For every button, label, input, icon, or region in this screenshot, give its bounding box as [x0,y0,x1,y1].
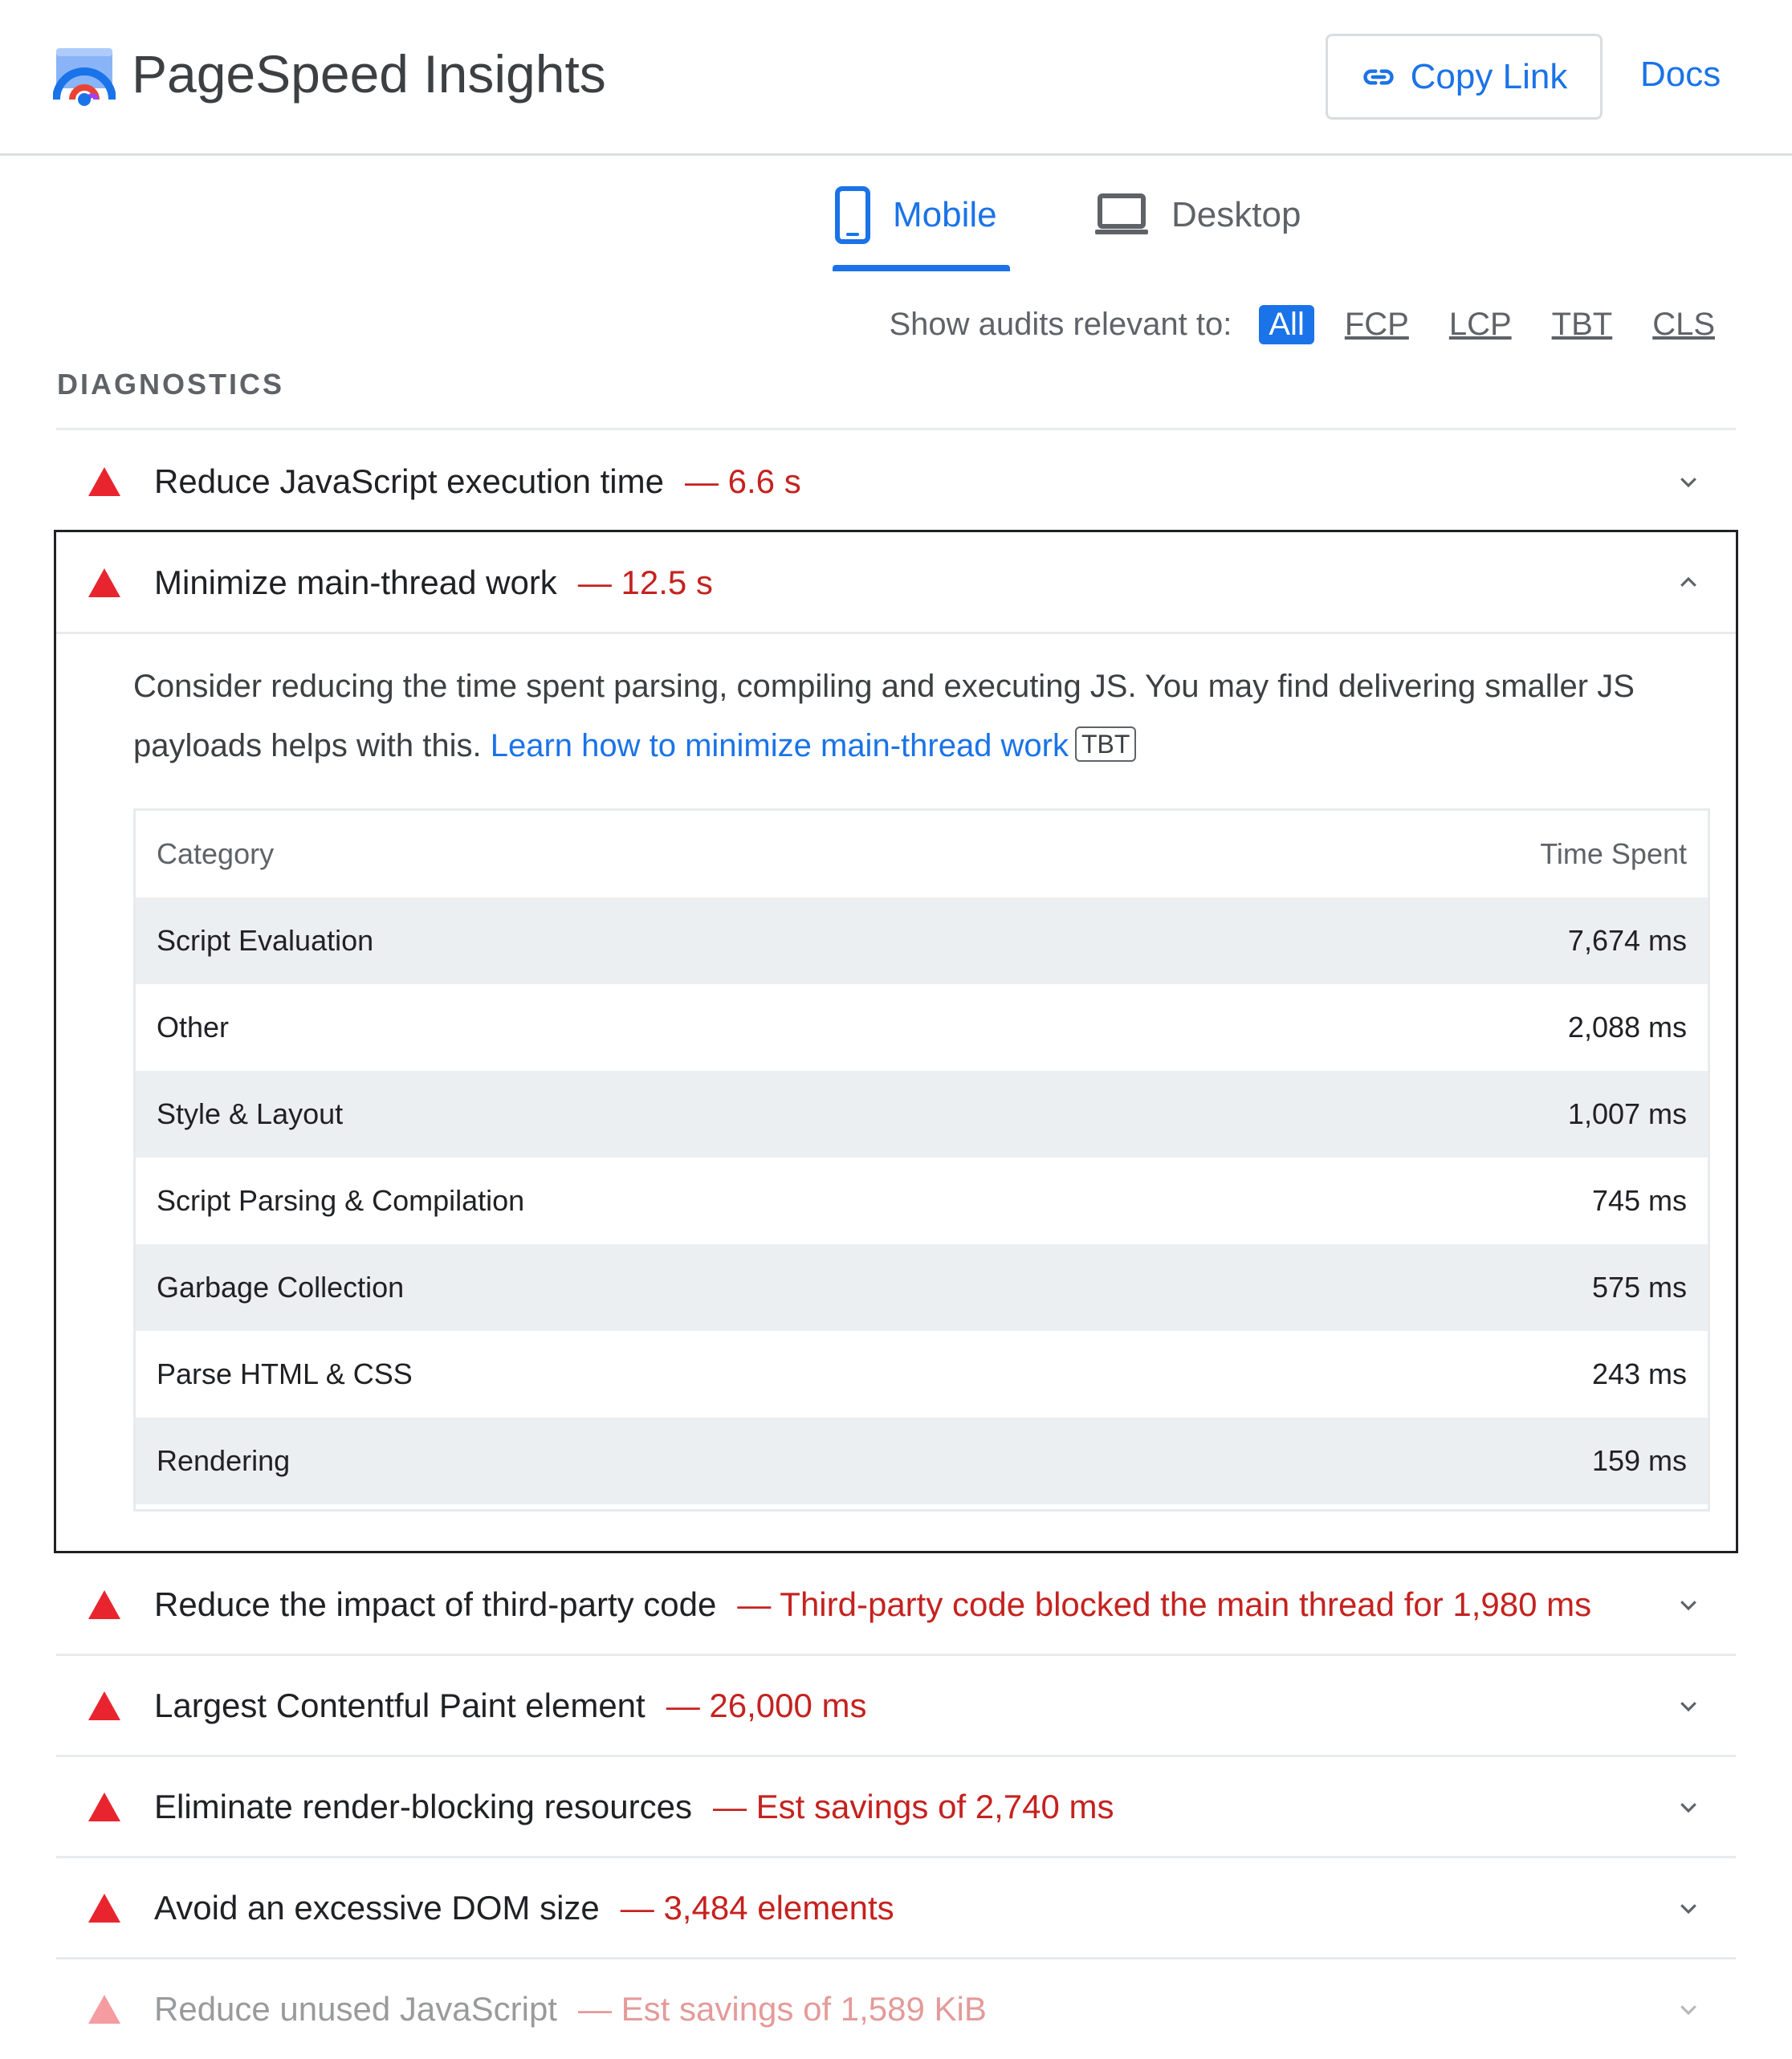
audit-title: Avoid an excessive DOM size [154,1889,600,1927]
chevron-down-icon [1680,2005,1696,2016]
audit-title: Reduce JavaScript execution time [154,462,664,500]
time-cell: 7,674 ms [1567,924,1687,957]
chevron-up-icon [1680,576,1696,587]
table-row: Garbage Collection 575 ms [136,1244,1708,1331]
time-cell: 2,088 ms [1567,1011,1687,1044]
audit-item[interactable]: Largest Contentful Paint element — 26,00… [56,1656,1736,1756]
filter-cls[interactable]: CLS [1643,305,1725,344]
table-row: Rendering 159 ms [136,1418,1708,1504]
table-row: Script Evaluation 7,674 ms [136,897,1708,984]
copy-link-button[interactable]: Copy Link [1326,34,1603,120]
table-header: Category Time Spent [136,811,1708,897]
table-row: Parse HTML & CSS 243 ms [136,1331,1708,1418]
time-cell: 745 ms [1591,1184,1687,1217]
audit-item[interactable]: Reduce unused JavaScript — Est savings o… [56,1959,1736,2059]
time-cell: 159 ms [1591,1444,1687,1477]
section-title: DIAGNOSTICS [57,368,285,401]
category-cell: Other [157,1011,230,1044]
audit-description: Consider reducing the time spent parsing… [133,657,1723,775]
fail-triangle-icon [88,1691,120,1720]
audit-item[interactable]: Reduce JavaScript execution time — 6.6 s [56,432,1736,531]
chevron-down-icon [1680,478,1696,488]
category-cell: Parse HTML & CSS [157,1357,413,1390]
audit-title: Largest Contentful Paint element [154,1687,646,1724]
chevron-down-icon [1680,1803,1696,1813]
audit-title: Eliminate render-blocking resources [154,1788,692,1825]
docs-link[interactable]: Docs [1640,55,1721,95]
audit-value: — Est savings of 2,740 ms [712,1788,1114,1825]
table-row: Script Parsing & Compilation 745 ms [136,1158,1708,1244]
audit-value: — Third-party code blocked the main thre… [737,1585,1592,1623]
app-title: PageSpeed Insights [132,44,606,104]
filter-all[interactable]: All [1259,305,1314,344]
audit-title: Reduce unused JavaScript [154,1990,557,2028]
audit-item-expanded[interactable]: Minimize main-thread work — 12.5 s [56,533,1736,633]
time-cell: 1,007 ms [1567,1097,1687,1130]
chevron-down-icon [1680,1702,1696,1712]
audit-value: — 3,484 elements [620,1889,894,1927]
audit-value: — Est savings of 1,589 KiB [577,1990,987,2028]
time-cell: 575 ms [1591,1271,1687,1304]
chevron-down-icon [1680,1904,1696,1915]
link-icon [1363,68,1394,85]
divider [56,632,1736,634]
learn-more-link[interactable]: Learn how to minimize main-thread work [491,728,1069,763]
category-cell: Rendering [157,1444,291,1477]
table-row: Style & Layout 1,007 ms [136,1071,1708,1158]
tab-desktop[interactable]: Desktop [1094,186,1301,244]
audit-value: — 6.6 s [684,462,801,500]
audit-title: Minimize main-thread work [154,564,557,601]
filter-label: Show audits relevant to: [889,307,1232,342]
fail-triangle-icon [88,568,120,597]
metric-badge: TBT [1075,726,1137,762]
category-cell: Style & Layout [157,1097,344,1130]
filter-lcp[interactable]: LCP [1440,305,1521,344]
audit-item[interactable]: Reduce the impact of third-party code — … [56,1555,1736,1654]
audit-filter: Show audits relevant to: All FCP LCP TBT… [889,305,1725,344]
pagespeed-logo-icon [53,48,116,106]
fail-triangle-icon [88,1894,120,1923]
column-header-time: Time Spent [1540,837,1687,870]
fail-triangle-icon [88,467,120,496]
tab-desktop-label: Desktop [1171,195,1301,234]
selected-tab-indicator [833,265,1010,271]
column-header-category: Category [157,837,275,870]
top-bar: PageSpeed Insights Copy Link Docs [0,0,1792,156]
chevron-down-icon [1680,1601,1696,1611]
tab-mobile[interactable]: Mobile [835,186,997,244]
audit-value: — 26,000 ms [666,1687,867,1724]
table-row: Other 2,088 ms [136,984,1708,1071]
main-thread-table: Category Time Spent Script Evaluation 7,… [133,808,1710,1512]
laptop-icon [1095,193,1148,234]
filter-tbt[interactable]: TBT [1542,305,1623,344]
category-cell: Garbage Collection [157,1271,405,1304]
audit-item[interactable]: Avoid an excessive DOM size — 3,484 elem… [56,1858,1736,1958]
divider [56,428,1736,430]
category-cell: Script Evaluation [157,924,374,957]
fail-triangle-icon [88,1590,120,1619]
fail-triangle-icon [88,1995,120,2024]
category-cell: Script Parsing & Compilation [157,1184,525,1217]
fail-triangle-icon [88,1792,120,1821]
copy-link-label: Copy Link [1410,56,1568,96]
audit-item[interactable]: Eliminate render-blocking resources — Es… [56,1757,1736,1857]
audit-title: Reduce the impact of third-party code [154,1585,717,1623]
audit-value: — 12.5 s [577,564,713,601]
tab-mobile-label: Mobile [893,195,997,234]
filter-fcp[interactable]: FCP [1335,305,1419,344]
time-cell: 243 ms [1591,1357,1687,1390]
smartphone-icon [835,186,870,244]
